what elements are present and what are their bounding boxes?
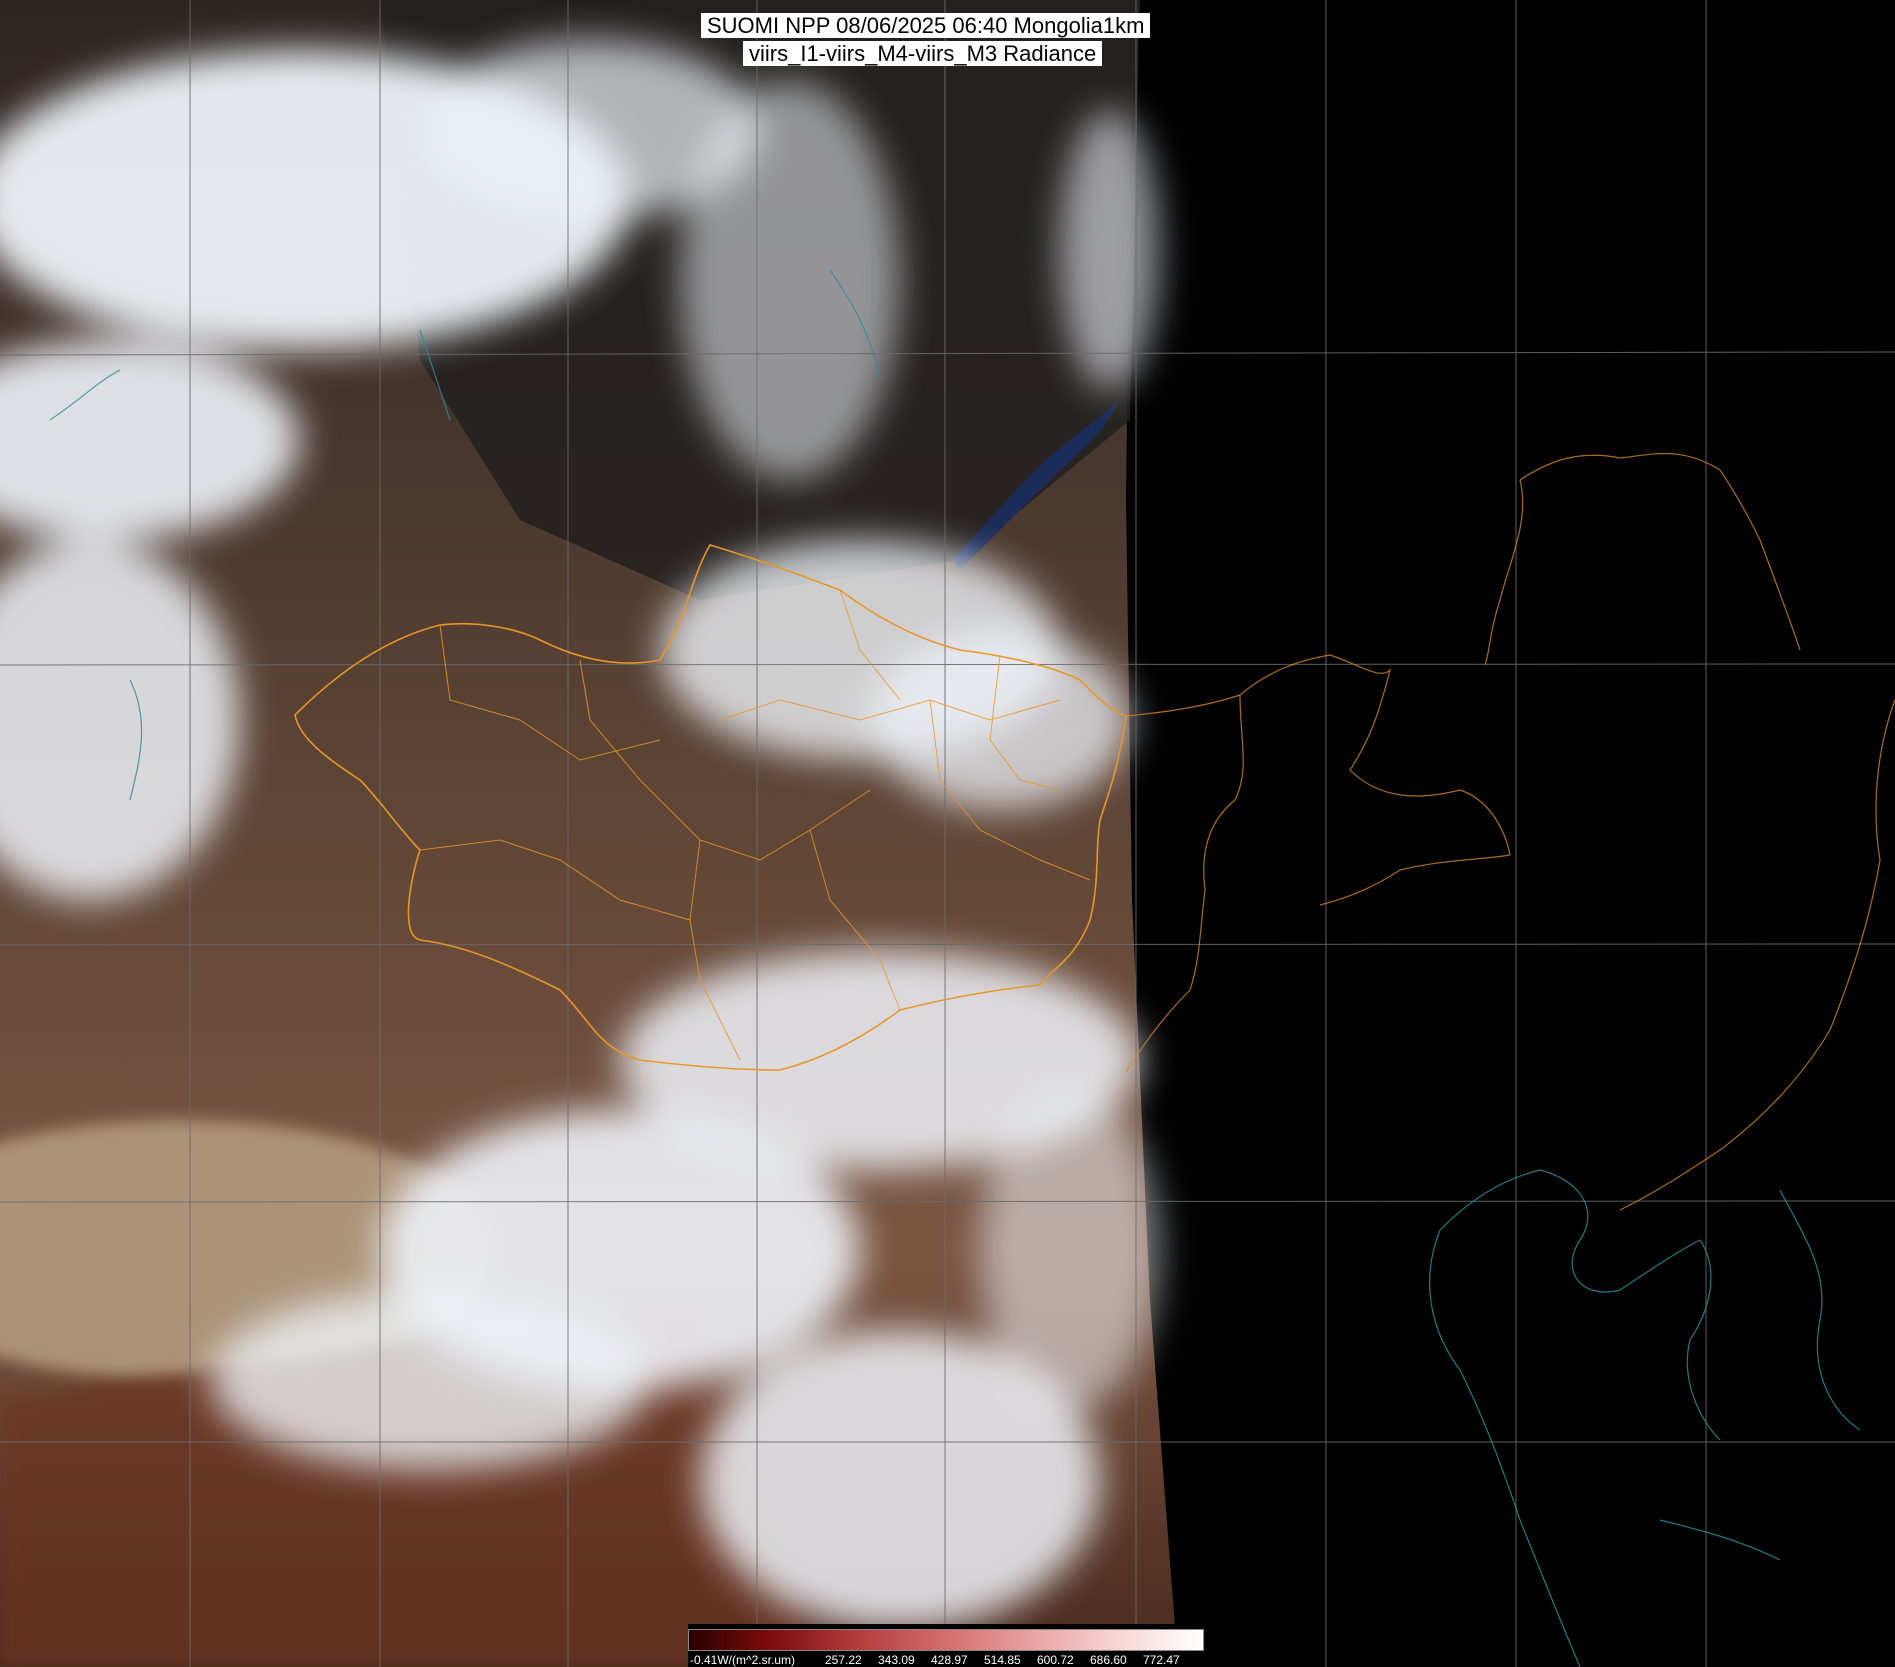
- colorbar-tick: 514.85: [984, 1653, 1021, 1667]
- colorbar-tick: 428.97: [931, 1653, 968, 1667]
- colorbar-tick: 686.60: [1090, 1653, 1127, 1667]
- colorbar-gradient: [688, 1629, 1204, 1651]
- satellite-image: [0, 0, 1895, 1667]
- colorbar-tick: 772.47: [1143, 1653, 1180, 1667]
- colorbar-tick: 600.72: [1037, 1653, 1074, 1667]
- colorbar-tick: 343.09: [878, 1653, 915, 1667]
- colorbar-unit-label: -0.41W/(m^2.sr.um): [690, 1653, 795, 1667]
- title-line-1: SUOMI NPP 08/06/2025 06:40 Mongolia1km: [701, 13, 1151, 38]
- country-borders-east: [1125, 452, 1895, 1211]
- colorbar: -0.41W/(m^2.sr.um) 257.22 343.09 428.97 …: [688, 1624, 1204, 1667]
- title-line-2: viirs_I1-viirs_M4-viirs_M3 Radiance: [743, 41, 1103, 66]
- colorbar-tick: 257.22: [825, 1653, 862, 1667]
